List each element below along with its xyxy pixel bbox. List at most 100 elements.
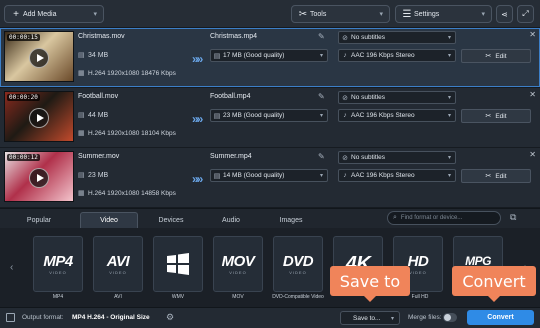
tab-devices[interactable]: Devices [142,212,200,228]
file-icon: ▤ [213,112,221,120]
file-row-summer[interactable]: 00:00:12 Summer.mov ▤ 23 MB ▦ H.264 1920… [0,148,540,208]
format-tabs: Popular Video Devices Audio Images ⌕ Fin… [0,208,540,228]
chevron-down-icon: ▾ [319,53,323,59]
video-thumbnail[interactable]: 00:00:15 [4,31,74,82]
quality-dropdown[interactable]: ▤ 17 MB (Good quality) ▾ [210,49,328,62]
close-icon[interactable]: ✕ [529,30,536,39]
output-file-name[interactable]: Football.mp4 [210,93,250,100]
chevron-down-icon: ▾ [93,11,97,18]
search-placeholder: Find format or device... [400,215,463,221]
convert-arrow-icon: »» [192,52,203,66]
file-size-icon: ▤ [78,112,85,119]
audio-dropdown[interactable]: ♪ AAC 196 Kbps Stereo ▾ [338,109,456,122]
play-icon[interactable] [29,48,49,68]
file-row-football[interactable]: 00:00:20 Football.mov ▤ 44 MB ▦ H.264 19… [0,88,540,148]
pencil-icon[interactable]: ✎ [318,32,325,41]
video-thumbnail[interactable]: 00:00:20 [4,91,74,142]
quality-value: 17 MB (Good quality) [223,52,285,59]
file-row-christmas[interactable]: 00:00:15 Christmas.mov ▤ 34 MB ▦ H.264 1… [0,28,540,88]
tools-button[interactable]: ✂ Tools ▾ [291,5,390,23]
format-tile-wmv[interactable] [153,236,203,292]
format-logo: AVI [106,252,130,270]
edit-button[interactable]: ✂ Edit [461,109,531,123]
export-icon[interactable]: ⧉ [510,212,516,223]
subtitles-icon: ⊘ [342,154,348,162]
tab-video[interactable]: Video [80,212,138,228]
chevron-down-icon: ▾ [319,113,323,119]
duration-badge: 00:00:20 [7,94,40,101]
subtitles-dropdown[interactable]: ⊘ No subtitles ▾ [338,91,456,104]
subtitles-dropdown[interactable]: ⊘ No subtitles ▾ [338,31,456,44]
save-to-label: Save to... [353,314,381,322]
settings-label: Settings [414,10,440,18]
quality-value: 14 MB (Good quality) [223,172,285,179]
source-file-size: 34 MB [88,52,109,59]
save-to-dropdown[interactable]: Save to... ▾ [340,311,400,325]
tab-images[interactable]: Images [262,212,320,228]
pencil-icon[interactable]: ✎ [318,92,325,101]
pencil-icon[interactable]: ✎ [318,152,325,161]
duration-badge: 00:00:15 [7,34,40,41]
convert-button[interactable]: Convert [467,310,534,325]
audio-dropdown[interactable]: ♪ AAC 196 Kbps Stereo ▾ [338,49,456,62]
format-tile-avi[interactable]: AVI VIDEO [93,236,143,292]
audio-value: AAC 196 Kbps Stereo [351,52,415,59]
subtitles-icon: ⊘ [342,34,348,42]
format-search[interactable]: ⌕ Find format or device... [387,211,501,225]
play-icon[interactable] [29,168,49,188]
quality-dropdown[interactable]: ▤ 14 MB (Good quality) ▾ [210,169,328,182]
tab-audio[interactable]: Audio [202,212,260,228]
scissors-icon: ✂ [485,173,492,180]
format-logo: DVD [282,252,314,270]
video-info-icon: ▦ [78,130,85,137]
quality-dropdown[interactable]: ▤ 23 MB (Good quality) ▾ [210,109,328,122]
chevron-down-icon: ▾ [447,53,451,59]
fullscreen-button[interactable]: ⤢ [517,5,534,23]
video-thumbnail[interactable]: 00:00:12 [4,151,74,202]
output-file-name[interactable]: Summer.mp4 [210,153,252,160]
file-size-icon: ▤ [78,172,85,179]
add-media-button[interactable]: + Add Media ▾ [4,5,104,23]
edit-button[interactable]: ✂ Edit [461,49,531,63]
format-tile-mov[interactable]: MOV VIDEO [213,236,263,292]
chevron-down-icon: ▾ [447,113,451,119]
output-format-value[interactable]: MP4 H.264 - Original Size [72,314,150,321]
edit-button[interactable]: ✂ Edit [461,169,531,183]
format-logo: MP4 [43,252,73,270]
merge-files-toggle[interactable] [443,313,457,322]
source-file-name: Summer.mov [78,153,120,160]
save-to-callout: Save to [330,266,410,302]
plus-icon: + [13,8,19,20]
bottom-bar: Output format: MP4 H.264 - Original Size… [0,307,540,328]
format-logo-sub: VIDEO [109,269,127,275]
format-logo-sub: VIDEO [229,269,247,275]
format-logo-sub: VIDEO [409,269,427,275]
top-toolbar: + Add Media ▾ ✂ Tools ▾ ☰ Settings ▾ ⋖ ⤢ [0,0,540,28]
audio-icon: ♪ [343,112,347,119]
tab-popular[interactable]: Popular [10,212,68,228]
subtitles-dropdown[interactable]: ⊘ No subtitles ▾ [338,151,456,164]
gear-icon[interactable]: ⚙ [166,312,174,323]
format-tile-dvd[interactable]: DVD VIDEO [273,236,323,292]
source-file-size: 44 MB [88,112,109,119]
chevron-down-icon: ▾ [379,11,383,18]
share-button[interactable]: ⋖ [496,5,513,23]
settings-button[interactable]: ☰ Settings ▾ [395,5,492,23]
file-list: 00:00:15 Christmas.mov ▤ 34 MB ▦ H.264 1… [0,28,540,208]
fullscreen-icon: ⤢ [522,9,529,18]
output-file-name[interactable]: Christmas.mp4 [210,33,257,40]
duration-badge: 00:00:12 [7,154,40,161]
video-info-icon: ▦ [78,190,85,197]
audio-dropdown[interactable]: ♪ AAC 196 Kbps Stereo ▾ [338,169,456,182]
close-icon[interactable]: ✕ [529,150,536,159]
quality-value: 23 MB (Good quality) [223,112,285,119]
output-format-icon [6,313,15,322]
source-video-info: H.264 1920x1080 18476 Kbps [88,70,176,77]
format-label: DVD-Compatible Video [272,294,324,300]
chevron-left-icon[interactable]: ‹ [10,262,13,273]
format-tile-mp4[interactable]: MP4 VIDEO [33,236,83,292]
play-icon[interactable] [29,108,49,128]
scissors-icon: ✂ [485,53,492,60]
add-media-label: Add Media [23,10,57,18]
close-icon[interactable]: ✕ [529,90,536,99]
